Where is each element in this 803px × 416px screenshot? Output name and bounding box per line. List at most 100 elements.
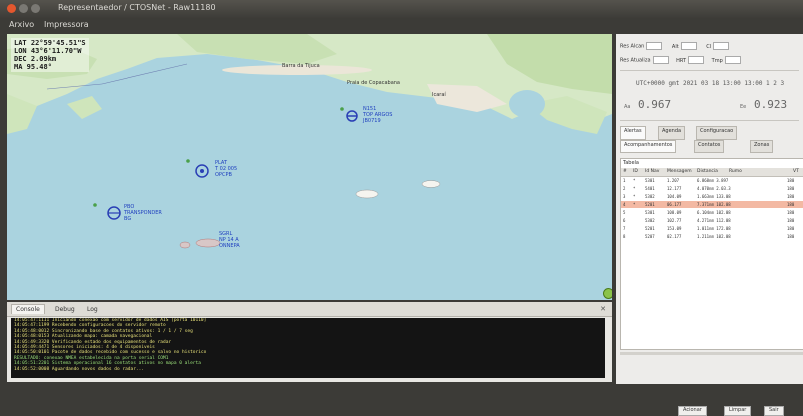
column-header[interactable]: Mensagem [667, 169, 692, 174]
cursor-coordinates: LAT 22°59'45.51"S LON 43°6'11.70"W DEC 2… [11, 38, 89, 72]
cell-distance: 4.271nm 112.08 [697, 218, 731, 223]
sair-button[interactable]: Sair [764, 406, 784, 416]
clock-tag-a: Aa [624, 104, 631, 110]
right-panel: Res Alcan Alt Cl Res Atualiza HRT Tmp UT… [616, 34, 803, 416]
cell-flag: * [633, 178, 636, 183]
divider [620, 120, 799, 121]
cell-message: 02.177 [667, 234, 682, 239]
console-output[interactable]: 14:05:47:1111 Iniciando conexao com serv… [11, 318, 605, 378]
table-row[interactable]: 5 5301 108.09 6.104nm 102.08 180 [621, 209, 803, 216]
column-header[interactable]: # [623, 169, 627, 174]
bearing-readout: MA 95.48° [14, 63, 52, 71]
cell-vt: 180 [787, 210, 795, 215]
cell-distance: 1.663nm 133.08 [697, 194, 731, 199]
right-tab-bar: Alertas Agenda Configuracao [620, 126, 802, 140]
contact-label-c1[interactable]: N151 TOP ARGOS JB0719 [363, 106, 392, 124]
clock-value-a: 0.967 [638, 98, 672, 111]
hrt-spinner[interactable] [688, 56, 705, 64]
table-row[interactable]: 2 * 5401 12.177 4.070nm 2.03.3 180 [621, 185, 803, 192]
close-panel-icon[interactable]: ✕ [600, 305, 606, 313]
tab-debug[interactable]: Debug [51, 305, 79, 314]
tab-console[interactable]: Console [11, 304, 45, 314]
tab-agenda[interactable]: Agenda [658, 126, 686, 140]
longitude-readout: LON 43°6'11.70"W [14, 47, 82, 55]
tab-log[interactable]: Log [83, 305, 102, 314]
contact-marker-c2[interactable] [195, 164, 209, 178]
cell-distance: 1.011nm 172.08 [697, 226, 731, 231]
column-header[interactable]: Distancia [697, 169, 718, 174]
map-canvas [7, 34, 612, 249]
contact-marker-c3[interactable] [107, 206, 121, 220]
cell-distance: 1.211nm 102.08 [697, 234, 731, 239]
column-header[interactable]: ID [633, 169, 638, 174]
divider [620, 70, 799, 71]
contact-line: OPCPB [215, 172, 232, 178]
column-header[interactable]: Id Nav [645, 169, 659, 174]
tmp-spinner[interactable] [724, 56, 741, 64]
cell-id: 5201 [645, 202, 655, 207]
island [421, 180, 441, 188]
contact-label-c2[interactable]: PLAT T 02 005 OPCPB [215, 160, 237, 178]
minimize-window-button[interactable] [19, 4, 28, 13]
table-row[interactable]: 7 5201 153.09 1.011nm 172.08 180 [621, 225, 803, 232]
cell-index: 3 [623, 194, 626, 199]
contact-line: BG [124, 216, 132, 222]
track-point [93, 203, 97, 207]
acionar-button[interactable]: Acionar [678, 406, 707, 416]
range-label: Res Alcan [620, 43, 645, 50]
city-label: Icaraí [432, 92, 446, 98]
clock-tag-b: Ee [740, 104, 747, 110]
contact-marker-c1[interactable] [346, 110, 358, 122]
column-header[interactable]: VT [793, 169, 799, 174]
window-title: Representaedor / CTOSNet - Raw11180 [58, 3, 216, 12]
console-line: 14:05:52:0008 Aguardando novos dados do … [14, 366, 145, 372]
cell-message: 102.77 [667, 218, 682, 223]
tab-contatos[interactable]: Contatos [694, 140, 725, 153]
table-row-selected[interactable]: 4 * 5201 06.177 7.371nm 102.08 180 [621, 201, 803, 208]
tmp-label: Tmp [711, 57, 723, 64]
cell-index: 4 [623, 202, 626, 207]
cell-flag: * [633, 194, 636, 199]
city-label: Barra da Tijuca [282, 63, 320, 69]
menu-arxivo[interactable]: Arxivo [9, 20, 34, 29]
maximize-window-button[interactable] [31, 4, 40, 13]
nautical-map[interactable]: LAT 22°59'45.51"S LON 43°6'11.70"W DEC 2… [7, 34, 612, 300]
tab-zonas[interactable]: Zonas [750, 140, 774, 153]
cell-id: 5302 [645, 218, 655, 223]
update-spinner[interactable] [652, 56, 669, 64]
cell-message: 12.177 [667, 186, 682, 191]
menu-impressora[interactable]: Impressora [44, 20, 89, 29]
cl-spinner[interactable] [713, 42, 730, 50]
limpar-button[interactable]: Limpar [724, 406, 752, 416]
tab-alertas[interactable]: Alertas [620, 126, 646, 140]
contact-label-c3[interactable]: PBO TRANSPONDER BG [124, 204, 162, 222]
alt-spinner[interactable] [680, 42, 697, 50]
table-row[interactable]: 1 * 5301 1.207 6.868nm 3.897 180 [621, 177, 803, 184]
range-spinner[interactable] [646, 42, 663, 50]
table-row[interactable]: 3 * 5302 104.09 1.663nm 133.08 180 [621, 193, 803, 200]
cell-index: 7 [623, 226, 626, 231]
menu-bar: Arxivo Impressora [0, 18, 803, 32]
table-row[interactable]: 6 5302 102.77 4.271nm 112.08 180 [621, 217, 803, 224]
cell-index: 8 [623, 234, 626, 239]
cell-vt: 180 [787, 226, 795, 231]
tab-configuracao[interactable]: Configuracao [696, 126, 738, 140]
cell-distance: 7.371nm 102.08 [697, 202, 731, 207]
sub-tab-bar: Acompanhamentos Contatos Zonas [620, 140, 802, 153]
contact-label-c4[interactable]: SGRL NP 14 A ONNEPA [219, 231, 240, 249]
table-row[interactable]: 8 5207 02.177 1.211nm 102.08 180 [621, 233, 803, 240]
bottom-tab-bar: Console Debug Log ✕ [7, 302, 612, 317]
zoom-handle[interactable] [603, 288, 612, 299]
cell-index: 2 [623, 186, 626, 191]
cell-vt: 180 [787, 202, 795, 207]
close-window-button[interactable] [7, 4, 16, 13]
update-label: Res Atualiza [620, 57, 651, 64]
cl-label: Cl [706, 43, 712, 50]
track-point [340, 107, 344, 111]
contact-line: JB0719 [363, 118, 381, 124]
splitter-handle[interactable] [620, 352, 803, 355]
cell-index: 5 [623, 210, 626, 215]
cell-distance: 6.104nm 102.08 [697, 210, 731, 215]
tab-acompanhamentos[interactable]: Acompanhamentos [620, 140, 677, 153]
column-header[interactable]: Rumo [729, 169, 742, 174]
